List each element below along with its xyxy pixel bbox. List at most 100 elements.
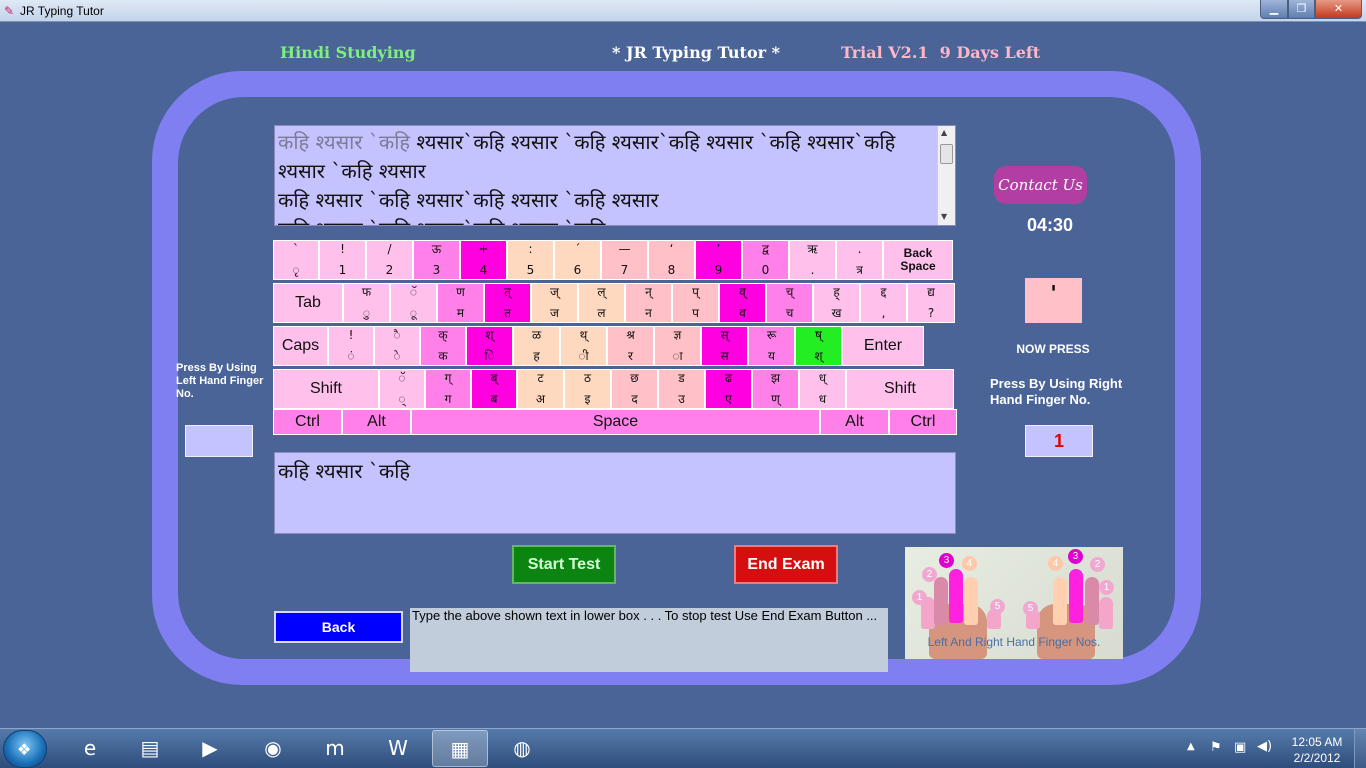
key-char: प [692, 306, 699, 320]
word-icon: W [388, 736, 408, 760]
key-r0-c9[interactable]: ’ 9 [695, 240, 742, 280]
key-char: 2 [385, 263, 394, 277]
key-r1-c4[interactable]: त् त [484, 283, 531, 323]
network-icon[interactable]: ▣ [1234, 740, 1246, 755]
key-r2-c5[interactable]: ळह [513, 326, 560, 366]
key-r1-c3[interactable]: णम [437, 283, 484, 323]
key-r3-c7[interactable]: डउ [658, 369, 705, 409]
close-button[interactable]: ✕ [1315, 0, 1362, 19]
key-r2-c2[interactable]: ैे [374, 326, 420, 366]
start-test-button[interactable]: Start Test [512, 545, 616, 584]
key-ctrl-left[interactable]: Ctrl [273, 409, 342, 435]
source-text: कहि श्यसार `कहि श्यसार`कहि श्यसार `कहि श… [278, 128, 938, 225]
action-center-icon[interactable]: ⚑ [1210, 740, 1222, 755]
key-r3-c2[interactable]: ग् ग [425, 369, 471, 409]
key-r3-c10[interactable]: ध् ध [799, 369, 846, 409]
key-r2-c8[interactable]: ज्ञा [654, 326, 701, 366]
right-hand-finger-box: 1 [1025, 425, 1093, 457]
taskbar-m-app-button[interactable]: m [307, 730, 363, 767]
key-r3-c4[interactable]: टअ [517, 369, 564, 409]
key-r2-c7[interactable]: श्र र [607, 326, 654, 366]
key-r0-c6[interactable]: ´ 6 [554, 240, 601, 280]
key-shift-char: ण [456, 285, 465, 299]
key-alt-left[interactable]: Alt [342, 409, 411, 435]
key-r3-c9[interactable]: झ ण् [752, 369, 799, 409]
taskbar-jr-tutor-button[interactable]: ▦ [432, 730, 488, 767]
taskbar-word-button[interactable]: W [370, 730, 426, 767]
key-r3-c5[interactable]: ठइ [564, 369, 611, 409]
taskbar-media-button[interactable]: ▶ [182, 730, 238, 767]
key-r1-c9[interactable]: व् व [719, 283, 766, 323]
taskbar-paint-button[interactable]: ◍ [494, 730, 550, 767]
paint-icon: ◍ [513, 736, 531, 760]
key-r1-c8[interactable]: प् प [672, 283, 719, 323]
key-r1-c7[interactable]: न् न [625, 283, 672, 323]
key-r0-c4[interactable]: +4 [460, 240, 507, 280]
key-shift-char: क् [438, 328, 448, 342]
taskbar-firefox-button[interactable]: ◉ [245, 730, 301, 767]
typing-input-box[interactable]: कहि श्यसार `कहि [274, 452, 956, 534]
key-r3-c3[interactable]: ब् ब [471, 369, 517, 409]
scroll-up-icon[interactable]: ▲ [941, 128, 947, 137]
key-char: ग [444, 392, 452, 406]
key-r3-c1[interactable]: ॅ् [379, 369, 425, 409]
key-r0-c10[interactable]: द्व 0 [742, 240, 789, 280]
back-button[interactable]: Back [274, 611, 403, 643]
key-r0-c0[interactable]: `ृ [273, 240, 319, 280]
key-r1-c13[interactable]: द्य? [907, 283, 955, 323]
key-caps[interactable]: Caps [273, 326, 328, 366]
show-desktop-button[interactable] [1354, 729, 1366, 768]
start-button[interactable]: ❖ [3, 730, 47, 768]
key-space[interactable]: Space [411, 409, 820, 435]
key-r1-c1[interactable]: फु [343, 283, 390, 323]
key-r2-c1[interactable]: !ं [328, 326, 374, 366]
key-r1-c11[interactable]: ह् ख [813, 283, 860, 323]
source-text-box[interactable]: कहि श्यसार `कहि श्यसार`कहि श्यसार `कहि श… [274, 125, 956, 226]
key-ctrl-right[interactable]: Ctrl [889, 409, 957, 435]
key-r2-c11[interactable]: ष् श् [795, 326, 842, 366]
clock-time[interactable]: 12:05 AM [1285, 735, 1349, 749]
volume-icon[interactable]: ◀) [1257, 739, 1272, 754]
key-r0-c1[interactable]: ! 1 [319, 240, 366, 280]
key-shift-left[interactable]: Shift [273, 369, 379, 409]
key-r1-c6[interactable]: ल् ल [578, 283, 625, 323]
key-r0-c12[interactable]: . त्र [836, 240, 883, 280]
key-r3-c6[interactable]: छद [611, 369, 658, 409]
tray-expand-icon[interactable]: ▲ [1187, 741, 1195, 752]
scroll-down-icon[interactable]: ▼ [941, 212, 947, 221]
end-exam-button[interactable]: End Exam [734, 545, 838, 584]
key-backspace[interactable]: Back Space [883, 240, 953, 280]
key-r0-c8[interactable]: ‘8 [648, 240, 695, 280]
scroll-thumb[interactable] [940, 144, 953, 164]
key-r0-c2[interactable]: /2 [366, 240, 413, 280]
key-r3-c8[interactable]: ढए [705, 369, 752, 409]
key-r2-c9[interactable]: स् स [701, 326, 748, 366]
clock-date[interactable]: 2/2/2012 [1285, 751, 1349, 765]
key-r2-c6[interactable]: थ्ी [560, 326, 607, 366]
key-char: 7 [620, 263, 629, 277]
key-r0-c7[interactable]: —7 [601, 240, 648, 280]
key-r0-c5[interactable]: :5 [507, 240, 554, 280]
key-r1-c2[interactable]: ॅू [390, 283, 437, 323]
left-hand-label: Press By Using Left Hand Finger No. [176, 362, 264, 400]
key-r1-c5[interactable]: ज् ज [531, 283, 578, 323]
taskbar-ie-button[interactable]: e [62, 730, 118, 767]
key-enter[interactable]: Enter [842, 326, 924, 366]
key-r1-c12[interactable]: द्द, [860, 283, 907, 323]
contact-us-button[interactable]: Contact Us [994, 166, 1087, 204]
key-r2-c10[interactable]: रू य [748, 326, 795, 366]
key-shift-right[interactable]: Shift [846, 369, 954, 409]
key-shift-char: झ [770, 371, 781, 385]
key-r2-c4[interactable]: श्ि [466, 326, 513, 366]
key-r0-c3[interactable]: ऊ3 [413, 240, 460, 280]
minimize-button[interactable]: ▁ [1260, 0, 1288, 19]
key-alt-right[interactable]: Alt [820, 409, 889, 435]
taskbar-explorer-button[interactable]: ▤ [122, 730, 178, 767]
maximize-button[interactable]: ❐ [1288, 0, 1315, 19]
key-r2-c3[interactable]: क् क [420, 326, 466, 366]
source-scrollbar[interactable]: ▲ ▼ [937, 126, 955, 225]
key-char: ल [597, 306, 606, 320]
key-tab[interactable]: Tab [273, 283, 343, 323]
key-r1-c10[interactable]: च् च [766, 283, 813, 323]
key-r0-c11[interactable]: ऋ. [789, 240, 836, 280]
